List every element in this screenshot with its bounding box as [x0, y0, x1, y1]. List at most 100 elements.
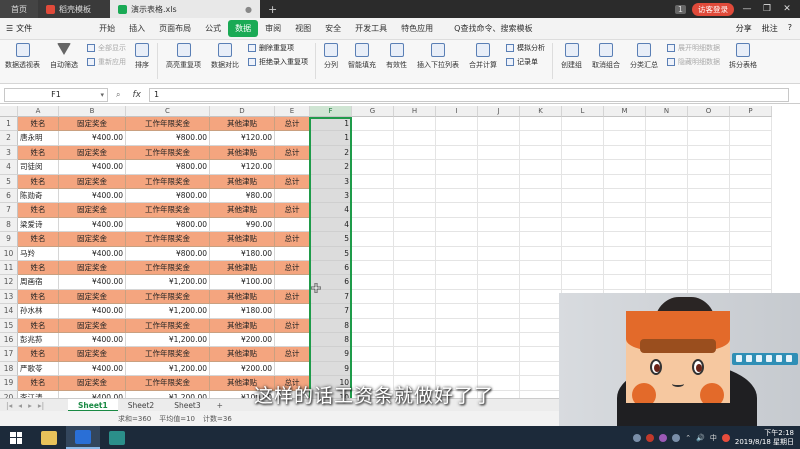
empty-cell[interactable] — [352, 217, 394, 233]
empty-cell[interactable] — [604, 117, 646, 132]
taskbar-recorder[interactable] — [100, 426, 134, 449]
header-cell[interactable]: 总计 — [275, 117, 310, 132]
empty-cell[interactable] — [562, 160, 604, 175]
empty-cell[interactable] — [562, 145, 604, 161]
empty-cell[interactable] — [394, 275, 436, 290]
data-cell-fixed[interactable]: ¥400.00 — [59, 246, 126, 261]
data-cell-fixed[interactable]: ¥400.00 — [59, 361, 126, 377]
column-header-l[interactable]: L — [562, 106, 604, 117]
empty-cell[interactable] — [520, 203, 562, 218]
empty-cell[interactable] — [352, 246, 394, 261]
empty-cell[interactable] — [394, 232, 436, 247]
empty-cell[interactable] — [394, 318, 436, 333]
data-cell-name[interactable]: 司徒闵 — [18, 160, 59, 175]
empty-cell[interactable] — [730, 261, 772, 276]
menu-security[interactable]: 安全 — [318, 23, 348, 34]
f-column-cell[interactable]: 1 — [310, 131, 352, 146]
header-cell[interactable]: 固定奖金 — [59, 145, 126, 161]
menu-insert[interactable]: 插入 — [122, 23, 152, 34]
empty-cell[interactable] — [436, 347, 478, 362]
row-header[interactable]: 19 — [0, 376, 18, 391]
toolbar-icon[interactable] — [786, 355, 792, 362]
first-sheet-icon[interactable]: |◂ — [6, 401, 12, 410]
close-window-button[interactable]: ✕ — [780, 4, 794, 14]
empty-cell[interactable] — [730, 174, 772, 189]
f-column-cell[interactable]: 4 — [310, 203, 352, 218]
header-cell[interactable]: 工作年限奖金 — [126, 376, 210, 391]
taskbar-explorer[interactable] — [32, 426, 66, 449]
empty-cell[interactable] — [604, 203, 646, 218]
header-cell[interactable]: 固定奖金 — [59, 232, 126, 247]
header-cell[interactable]: 工作年限奖金 — [126, 232, 210, 247]
toolbar-icon[interactable] — [756, 355, 762, 362]
empty-cell[interactable] — [646, 189, 688, 204]
empty-cell[interactable] — [688, 117, 730, 132]
empty-cell[interactable] — [352, 131, 394, 146]
empty-cell[interactable] — [688, 160, 730, 175]
empty-cell[interactable] — [478, 361, 520, 377]
sort-button[interactable]: 排序 — [130, 43, 154, 70]
toolbar-icon[interactable] — [766, 355, 772, 362]
expand-tray-icon[interactable]: ⌃ — [685, 434, 691, 442]
header-cell[interactable]: 其他津贴 — [210, 318, 275, 333]
data-cell-fixed[interactable]: ¥400.00 — [59, 217, 126, 233]
data-cell-total[interactable] — [275, 217, 310, 233]
next-sheet-icon[interactable]: ▸ — [28, 401, 32, 410]
volume-icon[interactable]: 🔊 — [696, 434, 705, 442]
header-cell[interactable]: 工作年限奖金 — [126, 117, 210, 132]
data-cell-years[interactable]: ¥800.00 — [126, 246, 210, 261]
column-header-p[interactable]: P — [730, 106, 772, 117]
data-cell-years[interactable]: ¥800.00 — [126, 217, 210, 233]
menu-formulas[interactable]: 公式 — [198, 23, 228, 34]
row-header[interactable]: 12 — [0, 275, 18, 290]
empty-cell[interactable] — [352, 117, 394, 132]
tray-icon[interactable] — [721, 433, 730, 442]
empty-cell[interactable] — [520, 217, 562, 233]
empty-cell[interactable] — [436, 160, 478, 175]
empty-cell[interactable] — [352, 232, 394, 247]
empty-cell[interactable] — [520, 304, 562, 319]
name-box[interactable]: F1 — [4, 87, 108, 102]
header-cell[interactable]: 总计 — [275, 318, 310, 333]
ime-icon[interactable]: 中 — [710, 433, 717, 443]
empty-cell[interactable] — [478, 246, 520, 261]
data-cell-total[interactable] — [275, 304, 310, 319]
empty-cell[interactable] — [562, 203, 604, 218]
empty-cell[interactable] — [646, 217, 688, 233]
f-column-cell[interactable]: 1 — [310, 117, 352, 132]
empty-cell[interactable] — [436, 246, 478, 261]
sheet-tab-1[interactable]: Sheet1 — [68, 398, 118, 412]
record-form-button[interactable]: 记录单 — [506, 57, 545, 67]
empty-cell[interactable] — [646, 174, 688, 189]
tray-icon[interactable] — [672, 433, 681, 442]
data-cell-other[interactable]: ¥180.00 — [210, 304, 275, 319]
empty-cell[interactable] — [730, 203, 772, 218]
header-cell[interactable]: 固定奖金 — [59, 174, 126, 189]
data-cell-fixed[interactable]: ¥400.00 — [59, 275, 126, 290]
close-tab-icon[interactable]: ● — [245, 5, 252, 14]
data-cell-name[interactable]: 周画宿 — [18, 275, 59, 290]
empty-cell[interactable] — [646, 203, 688, 218]
row-header[interactable]: 7 — [0, 203, 18, 218]
empty-cell[interactable] — [436, 217, 478, 233]
header-cell[interactable]: 总计 — [275, 174, 310, 189]
data-cell-name[interactable]: 李江涛 — [18, 390, 59, 398]
header-cell[interactable]: 姓名 — [18, 261, 59, 276]
f-column-cell[interactable]: 9 — [310, 361, 352, 377]
row-header[interactable]: 5 — [0, 174, 18, 189]
command-search[interactable]: Q查找命令、搜索模板 — [454, 23, 532, 34]
empty-cell[interactable] — [604, 160, 646, 175]
header-cell[interactable]: 固定奖金 — [59, 203, 126, 218]
data-cell-total[interactable] — [275, 160, 310, 175]
header-cell[interactable]: 工作年限奖金 — [126, 145, 210, 161]
reject-duplicates-button[interactable]: 拒绝录入重复项 — [248, 57, 308, 67]
f-column-cell[interactable]: 8 — [310, 333, 352, 348]
row-header[interactable]: 3 — [0, 145, 18, 161]
empty-cell[interactable] — [520, 246, 562, 261]
data-cell-other[interactable]: ¥180.00 — [210, 246, 275, 261]
header-cell[interactable]: 总计 — [275, 347, 310, 362]
empty-cell[interactable] — [352, 275, 394, 290]
empty-cell[interactable] — [394, 174, 436, 189]
empty-cell[interactable] — [394, 189, 436, 204]
add-sheet-button[interactable]: + — [211, 401, 229, 410]
